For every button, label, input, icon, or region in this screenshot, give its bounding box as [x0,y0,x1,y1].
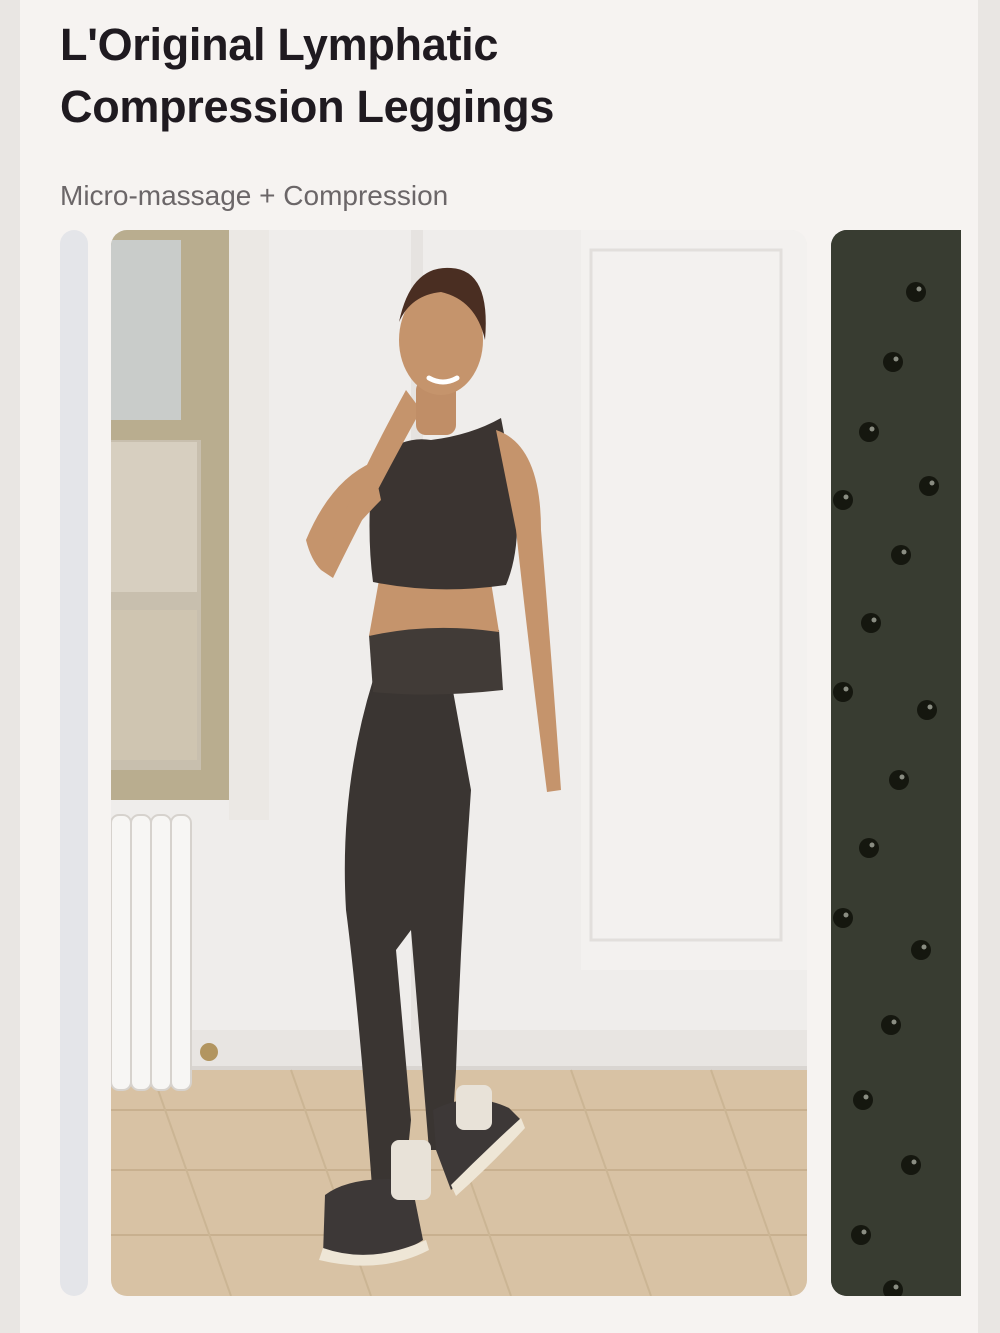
massage-bead-highlight [869,426,875,432]
product-title-line-1: L'Original Lymphatic [60,19,499,70]
fabric-texture [831,230,961,1296]
massage-bead-highlight [869,842,875,848]
lifestyle-photo [111,230,807,1296]
massage-bead-highlight [901,549,907,555]
carousel-slide-fabric-closeup[interactable] [831,230,961,1296]
massage-bead-highlight [916,286,922,292]
carousel-slide-previous[interactable] [60,230,88,1296]
massage-bead-highlight [929,480,935,486]
massage-bead-highlight [893,1284,899,1290]
massage-bead-highlight [843,912,849,918]
massage-bead [901,1155,921,1175]
massage-bead [883,352,903,372]
massage-bead-highlight [911,1159,917,1165]
massage-bead-highlight [891,1019,897,1025]
massage-bead-highlight [843,686,849,692]
massage-bead-highlight [861,1229,867,1235]
massage-bead [917,700,937,720]
massage-bead [881,1015,901,1035]
massage-bead [853,1090,873,1110]
massage-bead [859,422,879,442]
product-subtitle: Micro-massage + Compression [60,180,449,211]
massage-bead-highlight [843,494,849,500]
massage-bead-highlight [893,356,899,362]
image-carousel[interactable] [20,230,978,1296]
massage-bead-highlight [863,1094,869,1100]
massage-bead-highlight [921,944,927,950]
massage-bead [833,490,853,510]
massage-bead [919,476,939,496]
massage-bead-highlight [899,774,905,780]
massage-bead [859,838,879,858]
product-title-line-2: Compression Leggings [60,81,555,132]
massage-bead [911,940,931,960]
product-title: L'Original Lymphatic Compression Legging… [60,14,820,138]
massage-bead [861,613,881,633]
massage-bead [906,282,926,302]
massage-bead [889,770,909,790]
massage-bead-highlight [871,617,877,623]
massage-bead [833,682,853,702]
carousel-slide-lifestyle-photo[interactable] [111,230,807,1296]
massage-bead [891,545,911,565]
massage-bead [851,1225,871,1245]
massage-bead [833,908,853,928]
product-card: L'Original Lymphatic Compression Legging… [20,0,978,1333]
massage-bead-highlight [927,704,933,710]
